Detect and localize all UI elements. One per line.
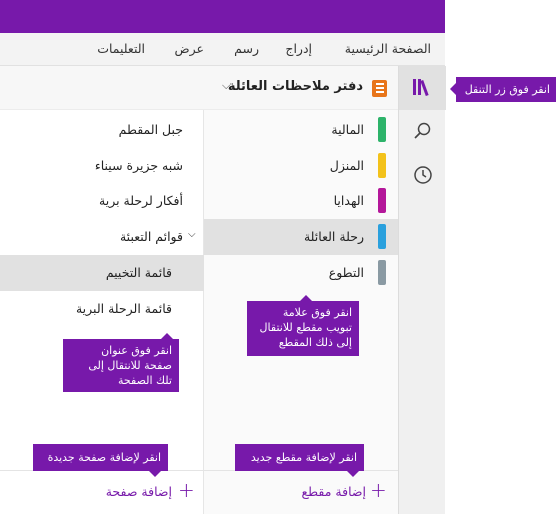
callout-new-section: انقر لإضافة مقطع جديد bbox=[235, 444, 364, 477]
page-label: قوائم التعبئة bbox=[119, 229, 183, 244]
callout-nav-button: انقر فوق زر التنقل bbox=[450, 77, 556, 102]
page-label: قائمة الرحلة البرية bbox=[75, 301, 172, 316]
notebook-name: دفتر ملاحظات العائلة bbox=[227, 79, 363, 94]
section-label: المنزل bbox=[329, 158, 364, 173]
section-item-selected[interactable]: رحلة العائلة bbox=[204, 219, 398, 255]
menu-help[interactable]: التعليمات bbox=[97, 41, 145, 56]
page-label: قائمة التخييم bbox=[105, 265, 172, 280]
menu-draw[interactable]: رسم bbox=[234, 41, 259, 56]
chevron-down-icon[interactable]: ⌵ bbox=[188, 229, 196, 240]
page-item[interactable]: قائمة الرحلة البرية bbox=[0, 291, 204, 327]
section-color-tab bbox=[378, 224, 386, 249]
ribbon-menu: الصفحة الرئيسية إدراج رسم عرض التعليمات bbox=[0, 33, 445, 66]
callout-text: انقر لإضافة مقطع جديد bbox=[250, 451, 357, 464]
plus-icon: + bbox=[370, 478, 387, 502]
add-page-label: إضافة صفحة bbox=[105, 484, 172, 499]
callout-new-page: انقر لإضافة صفحة جديدة bbox=[33, 444, 168, 477]
section-label: المالية bbox=[331, 122, 364, 137]
page-item[interactable]: أفكار لرحلة برية bbox=[0, 183, 204, 219]
section-label: رحلة العائلة bbox=[303, 229, 364, 244]
section-item[interactable]: المنزل bbox=[204, 148, 398, 184]
page-item[interactable]: جبل المقطم bbox=[0, 112, 204, 148]
callout-text: انقر فوق عنوان صفحة للانتقال إلى تلك الص… bbox=[88, 344, 172, 387]
section-color-tab bbox=[378, 260, 386, 285]
navigation-rail bbox=[398, 66, 446, 514]
section-label: الهدايا bbox=[333, 193, 364, 208]
menu-insert[interactable]: إدراج bbox=[285, 41, 312, 56]
page-item-group[interactable]: ⌵ قوائم التعبئة bbox=[0, 219, 204, 255]
section-color-tab bbox=[378, 117, 386, 142]
search-icon[interactable] bbox=[413, 121, 433, 141]
page-label: أفكار لرحلة برية bbox=[99, 193, 183, 208]
section-color-tab bbox=[378, 153, 386, 178]
page-item[interactable]: شبه جزيرة سيناء bbox=[0, 148, 204, 184]
section-color-tab bbox=[378, 188, 386, 213]
notebooks-icon bbox=[413, 79, 429, 96]
page-label: جبل المقطم bbox=[118, 122, 183, 137]
plus-icon: + bbox=[178, 478, 195, 502]
section-label: التطوع bbox=[328, 265, 364, 280]
add-section-label: إضافة مقطع bbox=[301, 484, 366, 499]
callout-text: انقر فوق زر التنقل bbox=[464, 83, 550, 96]
section-item[interactable]: الهدايا bbox=[204, 183, 398, 219]
add-page-button[interactable]: + إضافة صفحة bbox=[0, 470, 204, 514]
callout-text: انقر لإضافة صفحة جديدة bbox=[47, 451, 161, 464]
callout-page-title: انقر فوق عنوان صفحة للانتقال إلى تلك الص… bbox=[63, 333, 179, 392]
clock-icon[interactable] bbox=[413, 165, 433, 185]
menu-home[interactable]: الصفحة الرئيسية bbox=[345, 41, 431, 56]
section-item[interactable]: المالية bbox=[204, 112, 398, 148]
add-section-button[interactable]: + إضافة مقطع bbox=[204, 470, 398, 514]
section-item[interactable]: التطوع bbox=[204, 255, 398, 291]
title-bar bbox=[0, 0, 445, 33]
notebook-header[interactable]: ⌵ دفتر ملاحظات العائلة bbox=[0, 66, 398, 110]
page-item-selected[interactable]: قائمة التخييم bbox=[0, 255, 204, 291]
callout-text: انقر فوق علامة تبويب مقطع للانتقال إلى ذ… bbox=[259, 306, 352, 349]
menu-view[interactable]: عرض bbox=[175, 41, 204, 56]
page-label: شبه جزيرة سيناء bbox=[94, 158, 183, 173]
callout-section-tab: انقر فوق علامة تبويب مقطع للانتقال إلى ذ… bbox=[247, 295, 359, 356]
notebook-icon bbox=[372, 80, 387, 97]
navigation-button[interactable] bbox=[399, 66, 446, 110]
